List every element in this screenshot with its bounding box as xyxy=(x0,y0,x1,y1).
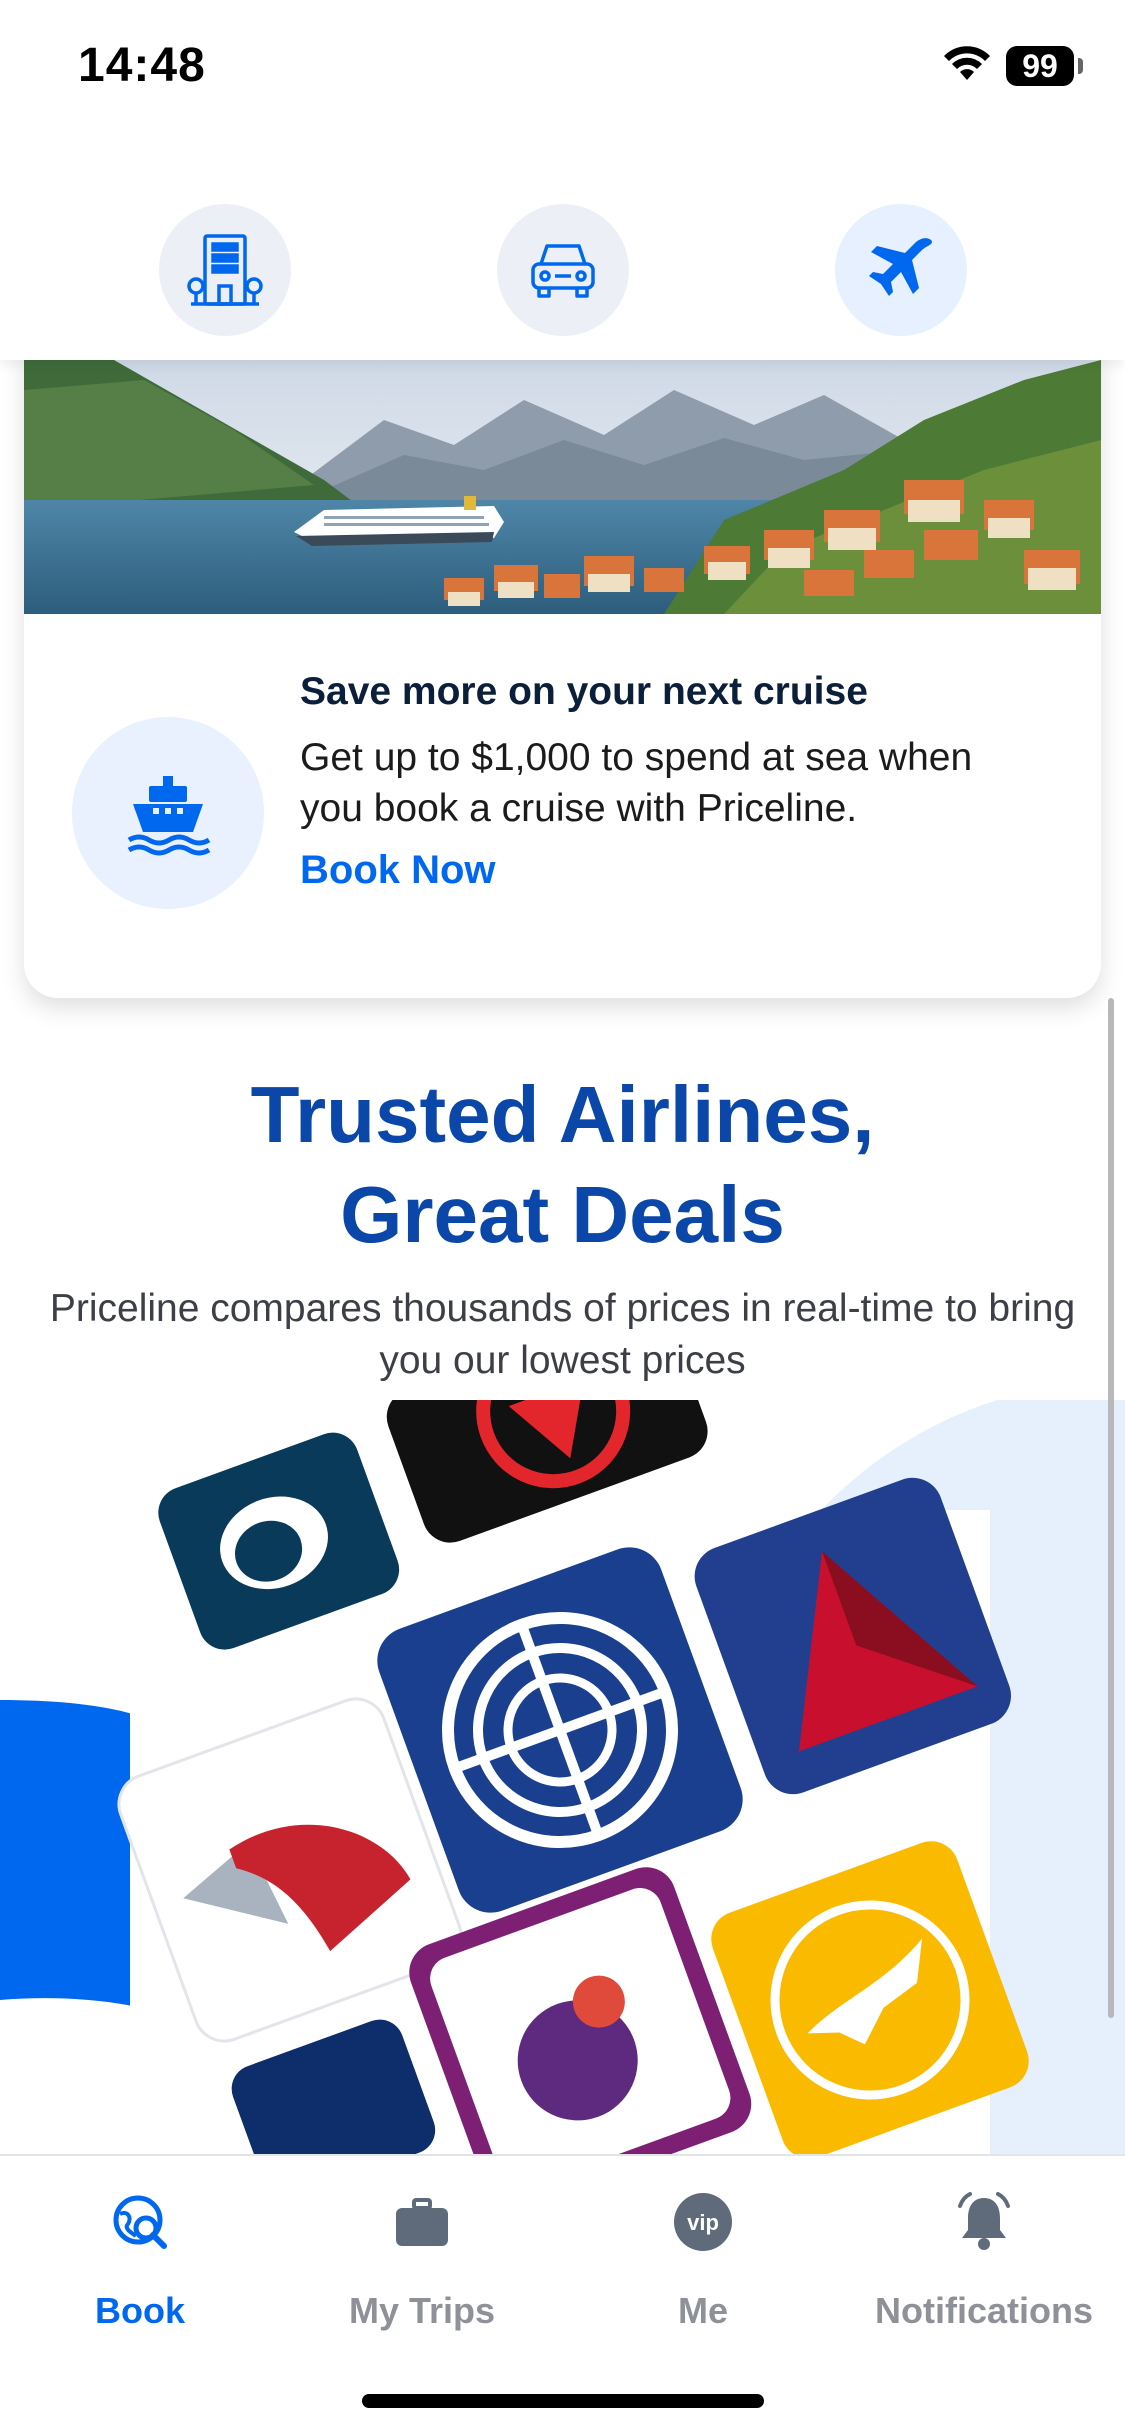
battery-cap xyxy=(1078,58,1083,74)
cruise-hero-image xyxy=(24,360,1101,614)
hotel-icon xyxy=(187,234,263,306)
wifi-icon xyxy=(944,46,990,80)
flights-button[interactable] xyxy=(835,204,967,336)
cruise-icon-badge xyxy=(72,717,264,909)
book-search-icon xyxy=(113,2195,167,2249)
promo-title: Save more on your next cruise xyxy=(300,670,868,713)
tab-my-trips-label: My Trips xyxy=(348,2290,496,2331)
hotels-button[interactable] xyxy=(159,204,291,336)
cars-button[interactable] xyxy=(497,204,629,336)
tab-book[interactable]: Book xyxy=(0,2156,280,2356)
app-screen: 14:48 99 Save more on your next cruise G… xyxy=(0,0,1125,2436)
battery-indicator: 99 xyxy=(1006,46,1074,86)
promo-body: Get up to $1,000 to spend at sea when yo… xyxy=(300,736,973,830)
battery-level: 99 xyxy=(1022,48,1058,84)
status-time: 14:48 xyxy=(78,39,206,92)
airline-logos-collage xyxy=(0,1400,1125,2155)
briefcase-icon xyxy=(396,2198,448,2246)
trusted-airlines-subtitle: Priceline compares thousands of prices i… xyxy=(49,1287,1076,1382)
vip-icon: vip xyxy=(674,2193,732,2251)
tab-notifications[interactable]: Notifications xyxy=(844,2156,1124,2356)
title-line-1: Trusted Airlines, xyxy=(250,1070,875,1159)
bell-icon xyxy=(958,2192,1010,2250)
tab-book-label: Book xyxy=(95,2290,185,2331)
cruise-ship-icon xyxy=(127,776,211,856)
title-line-2: Great Deals xyxy=(340,1170,785,1259)
trusted-airlines-title: Trusted Airlines, Great Deals xyxy=(0,1065,1125,1265)
cruise-promo-card[interactable]: Save more on your next cruise Get up to … xyxy=(24,340,1101,998)
status-bar: 14:48 99 xyxy=(0,0,1125,140)
tab-notifications-label: Notifications xyxy=(874,2290,1093,2331)
car-icon xyxy=(531,244,595,298)
tab-me[interactable]: vip Me xyxy=(563,2156,843,2356)
product-selector xyxy=(0,140,1125,360)
home-indicator xyxy=(362,2394,764,2408)
flight-icon xyxy=(869,238,933,296)
tab-me-label: Me xyxy=(677,2290,728,2331)
book-now-link[interactable]: Book Now xyxy=(300,848,496,893)
scrollbar[interactable] xyxy=(1108,998,1114,2018)
tab-my-trips[interactable]: My Trips xyxy=(282,2156,562,2356)
svg-text:vip: vip xyxy=(687,2210,719,2235)
promo-content: Save more on your next cruise Get up to … xyxy=(300,670,1060,893)
